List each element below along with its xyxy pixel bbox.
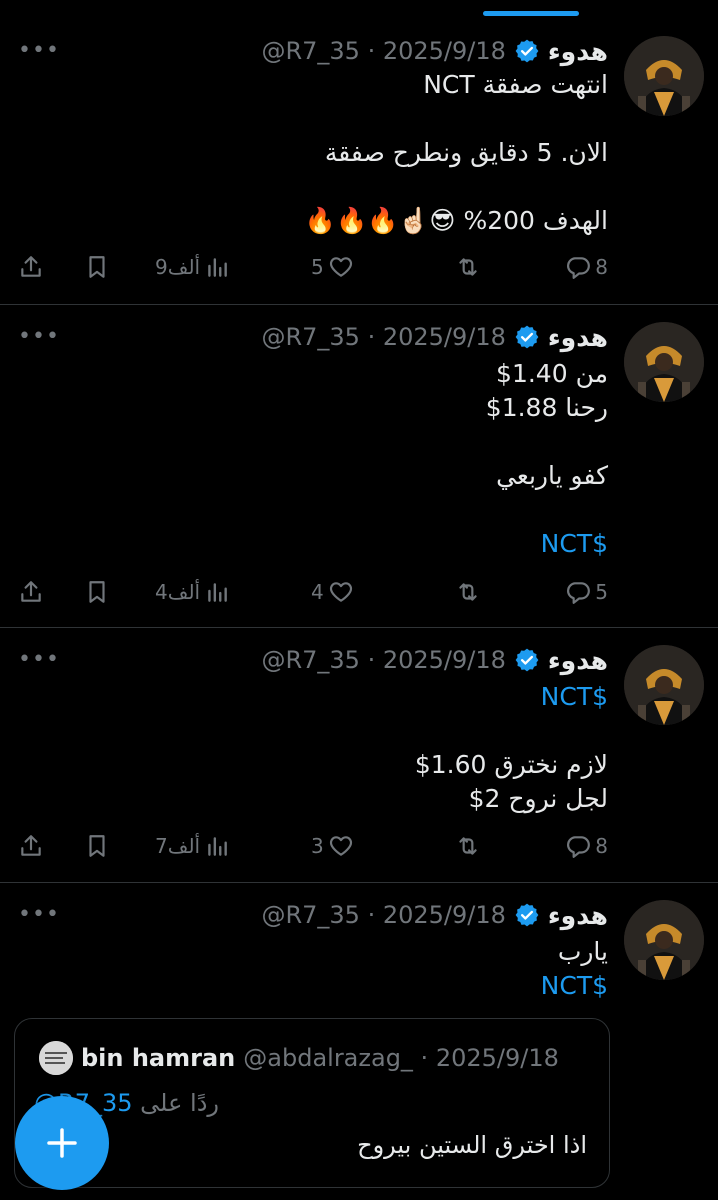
tweet-text: انتهت صفقة NCT الان. 5 دقايق ونطرح صفقة … — [48, 68, 608, 238]
like-count: 4 — [311, 580, 324, 604]
verified-badge-icon — [515, 903, 539, 927]
views-button[interactable]: 9ألف — [155, 247, 230, 287]
repost-button[interactable] — [455, 572, 481, 612]
quoted-header: bin hamran @abdalrazag_ · 2025/9/18 — [39, 1041, 559, 1075]
repost-icon — [459, 258, 477, 276]
tweet-line: لجل نروح 2$ — [468, 784, 608, 813]
cashtag-link[interactable]: $NCT — [48, 969, 608, 1003]
handle-and-date[interactable]: @R7_35 · 2025/9/18 — [261, 323, 505, 351]
bookmark-button[interactable] — [84, 247, 110, 287]
share-icon — [21, 835, 41, 856]
views-button[interactable]: 7ألف — [155, 826, 230, 866]
more-horizontal-icon[interactable]: ••• — [18, 902, 60, 927]
reply-button[interactable]: 8 — [565, 826, 608, 866]
like-button[interactable]: 5 — [311, 247, 354, 287]
reply-count: 8 — [595, 255, 608, 279]
quoted-avatar[interactable] — [39, 1041, 73, 1075]
reply-icon — [567, 582, 591, 604]
tweet-line: الان. 5 دقايق ونطرح صفقة — [324, 138, 608, 167]
cashtag-link[interactable]: $NCT — [48, 527, 608, 561]
author-name[interactable]: هدوء — [548, 323, 608, 352]
tweet-line: من 1.40$ — [496, 359, 608, 388]
avatar[interactable] — [624, 36, 704, 116]
like-button[interactable]: 3 — [311, 826, 354, 866]
tweet-actions: 8 5 9ألف — [0, 247, 718, 287]
tweet-line: كفو ياربعي — [496, 461, 608, 490]
author-name[interactable]: هدوء — [548, 37, 608, 66]
reply-icon — [567, 836, 591, 858]
bookmark-button[interactable] — [84, 572, 110, 612]
views-count: 7ألف — [155, 834, 201, 858]
repost-icon — [459, 583, 477, 601]
views-button[interactable]: 4ألف — [155, 572, 230, 612]
like-count: 3 — [311, 834, 324, 858]
verified-badge-icon — [515, 648, 539, 672]
author-name[interactable]: هدوء — [548, 646, 608, 675]
share-icon — [21, 256, 41, 277]
handle-and-date[interactable]: @R7_35 · 2025/9/18 — [261, 37, 505, 65]
tweet-text: يارب $NCT — [48, 935, 608, 1003]
heart-icon — [329, 582, 352, 602]
bookmark-icon — [89, 835, 105, 857]
tweet-text: من 1.40$ رحنا 1.88$ كفو ياربعي $NCT — [48, 357, 608, 561]
share-button[interactable] — [18, 572, 44, 612]
tweet-line: يارب — [557, 937, 608, 966]
views-icon — [208, 583, 227, 602]
quoted-text: اذا اخترق الستين بيروح — [357, 1131, 587, 1159]
heart-icon — [329, 836, 352, 856]
bookmark-icon — [89, 581, 105, 603]
reply-icon — [567, 257, 591, 279]
avatar[interactable] — [624, 900, 704, 980]
tweet-line: انتهت صفقة NCT — [423, 70, 608, 99]
verified-badge-icon — [515, 325, 539, 349]
like-count: 5 — [311, 255, 324, 279]
tweet[interactable]: هدوء @R7_35 · 2025/9/18 ••• $NCT لازم نخ… — [0, 628, 718, 883]
repost-button[interactable] — [455, 247, 481, 287]
like-button[interactable]: 4 — [311, 572, 354, 612]
reply-button[interactable]: 8 — [565, 247, 608, 287]
share-button[interactable] — [18, 826, 44, 866]
views-icon — [208, 258, 227, 277]
more-horizontal-icon[interactable]: ••• — [18, 647, 60, 672]
tweet[interactable]: هدوء @R7_35 · 2025/9/18 ••• من 1.40$ رحن… — [0, 305, 718, 628]
plus-icon — [47, 1128, 77, 1158]
repost-icon — [459, 837, 477, 855]
tweet-actions: 8 3 7ألف — [0, 826, 718, 866]
avatar[interactable] — [624, 645, 704, 725]
bookmark-icon — [89, 256, 105, 278]
tweet-line: رحنا 1.88$ — [485, 393, 608, 422]
views-count: 9ألف — [155, 255, 201, 279]
heart-icon — [329, 257, 352, 277]
share-button[interactable] — [18, 247, 44, 287]
verified-badge-icon — [515, 39, 539, 63]
compose-button[interactable] — [15, 1096, 109, 1190]
tweet-line: لازم نخترق 1.60$ — [414, 750, 608, 779]
tweet-actions: 5 4 4ألف — [0, 572, 718, 612]
quoted-author-name: bin hamran — [81, 1044, 236, 1072]
more-horizontal-icon[interactable]: ••• — [18, 324, 60, 349]
avatar[interactable] — [624, 322, 704, 402]
author-name[interactable]: هدوء — [548, 901, 608, 930]
tweet-text: $NCT لازم نخترق 1.60$ لجل نروح 2$ — [48, 680, 608, 816]
cashtag-link[interactable]: $NCT — [48, 680, 608, 714]
views-icon — [208, 837, 227, 856]
reply-prefix: ردًا على — [140, 1089, 219, 1117]
quoted-handle-and-date: @abdalrazag_ · 2025/9/18 — [243, 1044, 559, 1072]
reply-button[interactable]: 5 — [565, 572, 608, 612]
reply-count: 8 — [595, 834, 608, 858]
handle-and-date[interactable]: @R7_35 · 2025/9/18 — [261, 646, 505, 674]
share-icon — [21, 581, 41, 602]
repost-button[interactable] — [455, 826, 481, 866]
tweet[interactable]: هدوء @R7_35 · 2025/9/18 ••• انتهت صفقة N… — [0, 0, 718, 305]
more-horizontal-icon[interactable]: ••• — [18, 38, 60, 63]
bookmark-button[interactable] — [84, 826, 110, 866]
handle-and-date[interactable]: @R7_35 · 2025/9/18 — [261, 901, 505, 929]
views-count: 4ألف — [155, 580, 201, 604]
tweet-line: الهدف 200% 😎☝🏻🔥🔥🔥 — [304, 206, 608, 235]
reply-count: 5 — [595, 580, 608, 604]
